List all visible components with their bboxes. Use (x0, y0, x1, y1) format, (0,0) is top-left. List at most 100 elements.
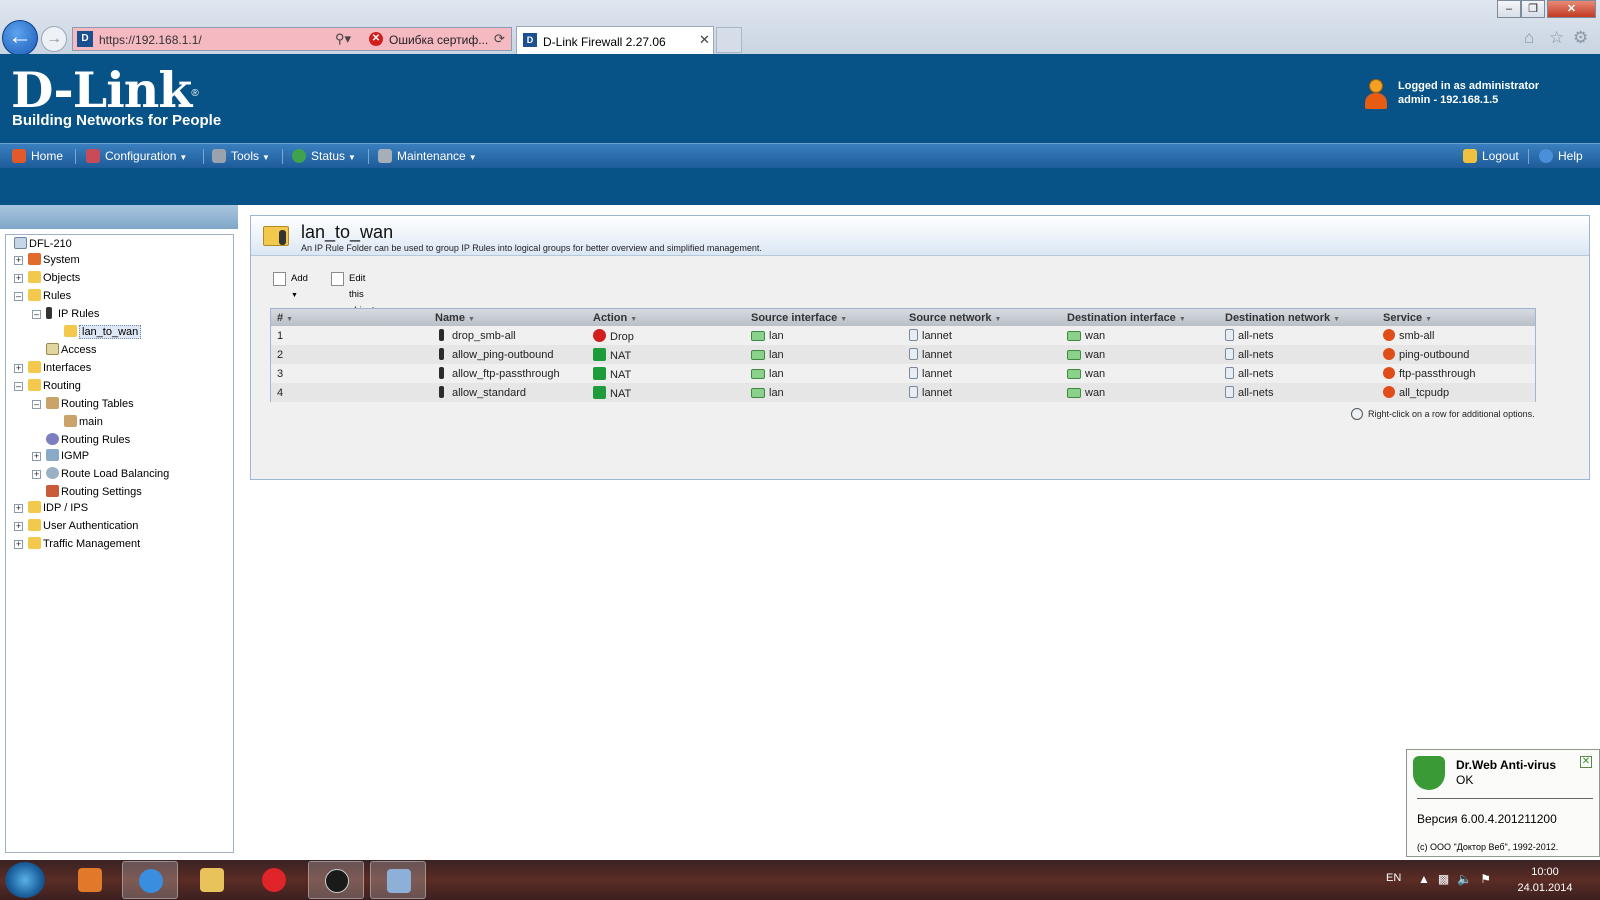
device-icon (14, 237, 27, 249)
tree-item-traffic-management[interactable]: Traffic Management (28, 536, 140, 552)
tree-item-access[interactable]: Access (46, 342, 96, 358)
nav-logout[interactable]: Logout (1463, 144, 1519, 169)
tree-item-system[interactable]: System (28, 252, 80, 268)
new-tab-button[interactable] (716, 27, 742, 53)
column-header[interactable]: # ▼ (271, 309, 429, 326)
maximize-icon[interactable]: ❐ (1521, 0, 1545, 18)
expand-icon[interactable]: + (14, 364, 23, 373)
rule-name: allow_standard (429, 383, 587, 402)
language-indicator[interactable]: EN (1386, 872, 1401, 884)
clock[interactable]: 10:00 24.01.2014 (1510, 864, 1580, 896)
page-description: An IP Rule Folder can be used to group I… (301, 243, 762, 253)
tree-item-routing-settings[interactable]: Routing Settings (46, 484, 142, 500)
tree-item-objects[interactable]: Objects (28, 270, 80, 286)
chevron-down-icon: ▼ (348, 153, 356, 162)
refresh-icon[interactable]: ⟳ (494, 31, 505, 47)
taskbar-yandex[interactable] (246, 861, 302, 899)
back-arrow-icon[interactable]: ← (2, 20, 38, 56)
search-icon[interactable]: ⚲▾ (335, 31, 351, 47)
address-bar[interactable]: D https://192.168.1.1/ ⚲▾ ✕ Ошибка серти… (72, 27, 512, 51)
tab-close-icon[interactable]: ✕ (699, 32, 710, 48)
table-row[interactable]: 1 drop_smb-all Drop lan lannet wan all-n… (271, 326, 1535, 345)
collapse-icon[interactable]: – (32, 400, 41, 409)
close-icon[interactable]: ✕ (1580, 756, 1592, 768)
taskbar-hp[interactable] (308, 861, 364, 899)
forward-arrow-icon[interactable]: → (41, 26, 67, 52)
column-header[interactable]: Name ▼ (429, 309, 587, 326)
expand-icon[interactable]: + (32, 470, 41, 479)
navigation-tree: DFL-210 + System + Objects – Rules – IP … (5, 234, 234, 853)
add-button[interactable]: Add ▼ (273, 271, 308, 304)
sort-arrow-icon: ▼ (1178, 315, 1186, 323)
rule-action: NAT (587, 345, 745, 364)
expand-icon[interactable]: + (14, 256, 23, 265)
expand-icon[interactable]: + (14, 540, 23, 549)
settings-gear-icon[interactable]: ⚙ (1573, 28, 1588, 48)
source-interface: lan (745, 383, 903, 402)
expand-icon[interactable]: + (14, 522, 23, 531)
collapse-icon[interactable]: – (32, 310, 41, 319)
tree-item-routing[interactable]: Routing (28, 378, 81, 394)
routing-rules-icon (46, 433, 59, 445)
browser-tab[interactable]: D D-Link Firewall 2.27.06 ✕ (516, 26, 714, 54)
cert-error-text[interactable]: Ошибка сертиф... (389, 33, 488, 47)
expand-icon[interactable]: + (32, 452, 41, 461)
source-interface: lan (745, 345, 903, 364)
tree-item-interfaces[interactable]: Interfaces (28, 360, 91, 376)
cert-error-icon[interactable]: ✕ (369, 32, 383, 46)
taskbar-explorer[interactable] (184, 861, 240, 899)
tree-item-main[interactable]: main (64, 414, 103, 430)
tree-item-routing-rules[interactable]: Routing Rules (46, 432, 130, 448)
folder-icon (28, 519, 41, 531)
system-icon (28, 253, 41, 265)
taskbar-internet-explorer[interactable] (122, 861, 178, 899)
tree-item-idp-ips[interactable]: IDP / IPS (28, 500, 88, 516)
nav-status[interactable]: Status ▼ (292, 144, 356, 169)
sort-arrow-icon: ▼ (286, 315, 294, 323)
table-row[interactable]: 3 allow_ftp-passthrough NAT lan lannet w… (271, 364, 1535, 383)
tree-item-igmp[interactable]: IGMP (46, 448, 89, 464)
action-center-icon: ⚑ (1480, 872, 1499, 886)
nav-home[interactable]: Home (12, 144, 63, 169)
nav-maintenance[interactable]: Maintenance ▼ (378, 144, 477, 169)
tree-item-user-authentication[interactable]: User Authentication (28, 518, 138, 534)
tree-item-routing-tables[interactable]: Routing Tables (46, 396, 134, 412)
tree-root[interactable]: DFL-210 (14, 236, 72, 252)
start-button[interactable] (5, 862, 45, 898)
table-row[interactable]: 2 allow_ping-outbound NAT lan lannet wan… (271, 345, 1535, 364)
collapse-icon[interactable]: – (14, 382, 23, 391)
column-header[interactable]: Source network ▼ (903, 309, 1061, 326)
taskbar-media-player[interactable] (62, 861, 118, 899)
collapse-icon[interactable]: – (14, 292, 23, 301)
tree-item-rules[interactable]: Rules (28, 288, 71, 304)
column-header[interactable]: Destination network ▼ (1219, 309, 1377, 326)
address-url[interactable]: https://192.168.1.1/ (99, 33, 202, 47)
close-window-icon[interactable]: ✕ (1547, 0, 1596, 18)
column-header[interactable]: Service ▼ (1377, 309, 1535, 326)
service: ftp-passthrough (1377, 364, 1535, 383)
tree-item-route-load-balancing[interactable]: Route Load Balancing (46, 466, 169, 482)
nav-help[interactable]: Help (1539, 144, 1583, 169)
column-header[interactable]: Action ▼ (587, 309, 745, 326)
chevron-down-icon: ▼ (179, 153, 188, 162)
system-tray[interactable]: ▲▩🔈⚑ (1418, 872, 1499, 886)
tree-item-ip-rules[interactable]: IP Rules (46, 306, 99, 322)
service-icon (1383, 386, 1395, 398)
home-icon[interactable]: ⌂ (1524, 28, 1534, 48)
folder-icon (28, 537, 41, 549)
column-header[interactable]: Destination interface ▼ (1061, 309, 1219, 326)
tray-expand-icon: ▲ (1418, 872, 1438, 886)
column-header[interactable]: Source interface ▼ (745, 309, 903, 326)
tree-item-lan-to-wan[interactable]: lan_to_wan (64, 324, 142, 340)
expand-icon[interactable]: + (14, 274, 23, 283)
expand-icon[interactable]: + (14, 504, 23, 513)
favorites-star-icon[interactable]: ☆ (1549, 28, 1564, 48)
nat-icon (593, 366, 606, 380)
nav-configuration[interactable]: Configuration ▼ (86, 144, 187, 169)
nav-tools[interactable]: Tools ▼ (212, 144, 270, 169)
configuration-icon (86, 149, 100, 163)
table-row[interactable]: 4 allow_standard NAT lan lannet wan all-… (271, 383, 1535, 402)
folder-icon (28, 501, 41, 513)
taskbar-paint[interactable] (370, 861, 426, 899)
minimize-icon[interactable]: – (1497, 0, 1521, 18)
